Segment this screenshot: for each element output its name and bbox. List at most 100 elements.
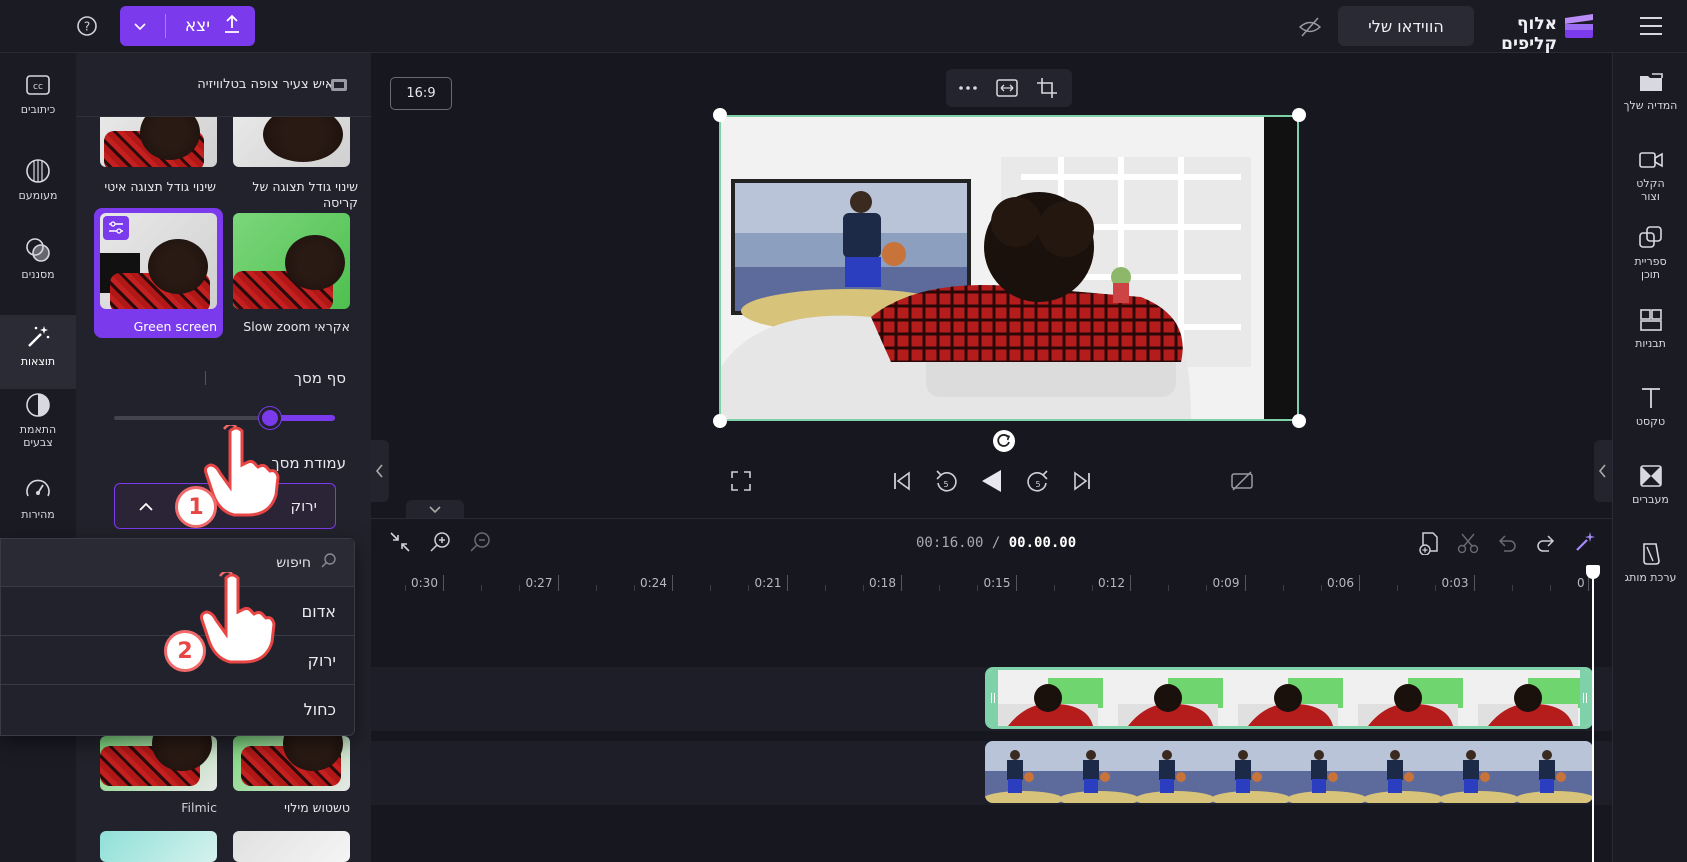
aspect-ratio-button[interactable]: 16:9 [390, 77, 452, 110]
chevron-left-icon [375, 464, 383, 478]
ruler-minor-tick [748, 585, 750, 591]
effect-thumb-fill-blur[interactable] [233, 736, 350, 791]
video-title[interactable]: הווידאו שלי [1338, 6, 1474, 46]
svg-text:5: 5 [1035, 480, 1040, 489]
export-button[interactable]: יצא [120, 6, 255, 46]
fade-icon [26, 159, 50, 183]
resize-handle-top-left[interactable] [713, 108, 727, 122]
tab-label: מסננים [21, 268, 55, 281]
ruler-minor-tick [633, 585, 635, 591]
threshold-divider [205, 371, 206, 385]
tab-color-adjust[interactable]: התאמת צבעים [0, 391, 76, 449]
step-badge: 2 [164, 630, 206, 672]
color-adjust-icon [26, 393, 50, 417]
collapse-left-panel[interactable] [371, 440, 389, 502]
nav-content-library[interactable]: ספריית תוכן [1613, 225, 1687, 281]
dropdown-option-red[interactable]: אדום [1, 587, 354, 636]
tab-fade[interactable]: מעומעם [0, 157, 76, 202]
chevron-up-icon[interactable] [139, 497, 153, 515]
rewind-5-icon[interactable]: 5 [933, 467, 959, 495]
nav-brand-kit[interactable]: ערכת מותג [1613, 541, 1687, 584]
video-canvas[interactable] [719, 115, 1299, 421]
ruler-minor-tick [1206, 585, 1208, 591]
fit-icon[interactable] [996, 78, 1018, 98]
crop-icon[interactable] [1036, 77, 1058, 99]
nav-label: הקלט וצור [1636, 177, 1665, 203]
record-icon [1638, 152, 1663, 168]
tab-speed[interactable]: מהירות [0, 476, 76, 521]
nav-record-create[interactable]: הקלט וצור [1613, 147, 1687, 203]
playhead-handle[interactable] [1586, 565, 1600, 579]
nav-transitions[interactable]: מעברים [1613, 463, 1687, 506]
effect-label: שינוי גודל תצוגה איטי [104, 179, 216, 194]
ruler-tick [672, 575, 673, 591]
playhead[interactable] [1592, 569, 1594, 862]
ruler-minor-tick [1549, 585, 1551, 591]
search-input[interactable]: חיפוש [276, 555, 311, 571]
search-icon [321, 553, 336, 572]
ruler-tick [557, 575, 559, 591]
tab-captions[interactable]: cc כיתובים [0, 71, 76, 116]
timeline-ruler[interactable]: 0 0:03 0:06 0:09 0:12 0:15 0:18 0:21 0:24 0:27 0:3… [371, 519, 1612, 599]
export-label: יצא [184, 16, 211, 36]
ruler-minor-tick [1282, 585, 1284, 591]
ruler-minor-tick [1397, 585, 1399, 591]
collapse-right-panel[interactable] [1594, 440, 1612, 502]
tab-effects[interactable]: תוצאות [0, 315, 76, 389]
eye-off-icon[interactable] [1297, 14, 1323, 40]
timeline: 00:16.00 / 00.00.00 0 0:03 0:06 0:09 0:12 0:1… [371, 518, 1612, 862]
skip-forward-icon[interactable] [1071, 470, 1093, 492]
effect-thumb-slow-resize[interactable] [100, 117, 217, 167]
clip-trim-handle-left[interactable] [988, 670, 998, 726]
resize-handle-top-right[interactable] [1292, 108, 1306, 122]
effect-thumb-filmic[interactable] [100, 736, 217, 791]
ruler-minor-tick [1091, 585, 1093, 591]
more-icon[interactable] [958, 79, 978, 97]
option-label: ירוק [307, 650, 336, 670]
forward-5-icon[interactable]: 5 [1025, 467, 1051, 495]
collapse-timeline[interactable] [406, 500, 464, 518]
adjust-icon[interactable] [103, 216, 129, 240]
skip-back-icon[interactable] [891, 470, 913, 492]
fullscreen-icon[interactable] [730, 470, 752, 492]
ruler-minor-tick [824, 585, 826, 591]
preview-hide-icon[interactable] [1230, 470, 1254, 492]
chevron-down-icon[interactable] [134, 16, 146, 36]
timeline-clip-overlay[interactable] [985, 667, 1593, 729]
ruler-tick [443, 575, 444, 591]
play-icon[interactable] [979, 468, 1003, 494]
effect-thumb-crash-resize[interactable] [233, 117, 350, 167]
resize-handle-bottom-left[interactable] [713, 414, 727, 428]
clip-trim-handle-right[interactable] [1580, 670, 1590, 726]
effect-thumb[interactable] [233, 831, 350, 862]
top-bar: ? יצא הווידאו שלי אלוף קליפים [0, 0, 1687, 54]
nav-label: תבניות [1635, 337, 1666, 350]
rotate-handle[interactable] [993, 430, 1015, 452]
ruler-tick [901, 575, 902, 591]
brand-kit-icon [1642, 543, 1660, 565]
selected-color: ירוק [290, 497, 317, 515]
nav-your-media[interactable]: המדיה שלך [1613, 69, 1687, 112]
templates-icon [1639, 309, 1662, 331]
effect-thumb-random-slow-zoom[interactable] [233, 213, 350, 309]
ruler-minor-tick [519, 585, 521, 591]
dropdown-option-blue[interactable]: כחול [1, 685, 354, 734]
tab-filters[interactable]: מסננים [0, 236, 76, 281]
timeline-clip-main[interactable] [985, 741, 1593, 803]
resize-handle-bottom-right[interactable] [1292, 414, 1306, 428]
effect-label: שינוי גודל תצוגה של קריסה [252, 179, 358, 210]
dropdown-search[interactable]: חיפוש [1, 539, 354, 587]
nav-templates[interactable]: תבניות [1613, 307, 1687, 350]
menu-icon[interactable] [1638, 14, 1664, 38]
svg-text:5: 5 [943, 480, 948, 489]
nav-text[interactable]: טקסט [1613, 385, 1687, 428]
chevron-down-icon [429, 506, 441, 514]
app-root: ? יצא הווידאו שלי אלוף קליפים המדיה שלך [0, 0, 1687, 862]
ruler-minor-tick [595, 585, 597, 591]
brand-name: אלוף קליפים [1501, 14, 1557, 54]
help-icon[interactable]: ? [75, 14, 99, 38]
tab-label: תוצאות [20, 355, 56, 368]
ruler-tick-label: 0:15 [983, 576, 1011, 590]
effect-thumb-green-screen[interactable] [100, 213, 217, 309]
effect-thumb[interactable] [100, 831, 217, 862]
